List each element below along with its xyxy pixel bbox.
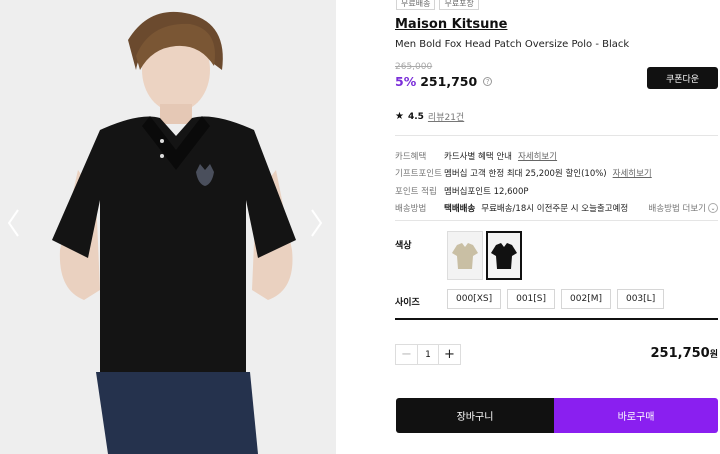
section-divider — [395, 318, 718, 320]
shipping-label: 배송방법 — [395, 204, 427, 215]
coupon-download-button[interactable]: 쿠폰다운 — [647, 67, 718, 89]
free-shipping-badge: 무료배송 — [396, 0, 436, 10]
point-accrual-value: 멤버십포인트 12,600P — [444, 186, 529, 197]
star-icon: ★ — [395, 111, 404, 122]
badge-list: 무료배송 무료포장 — [396, 0, 479, 10]
beige-shirt-icon — [452, 242, 478, 269]
quantity-decrease-button[interactable]: − — [396, 345, 417, 364]
card-benefit-value: 카드사별 혜택 안내 — [444, 151, 512, 162]
rating-summary: ★ 4.5 리뷰21건 — [395, 110, 464, 123]
divider — [395, 220, 718, 221]
gift-point-value: 멤버십 고객 한정 최대 25,200원 할인(10%) — [444, 169, 607, 180]
total-amount: 251,750 — [650, 346, 710, 361]
original-price: 265,000 — [395, 62, 433, 72]
product-info-panel: 무료배송 무료포장 Maison Kitsune Men Bold Fox He… — [336, 0, 720, 454]
point-accrual-row: 포인트 적립 멤버십포인트 12,600P — [395, 182, 718, 200]
price-info-icon[interactable]: ? — [483, 77, 493, 86]
quantity-stepper: − 1 + — [395, 344, 461, 365]
gift-point-label: 기프트포인트 — [395, 169, 442, 180]
product-title: Men Bold Fox Head Patch Oversize Polo - … — [395, 39, 630, 50]
quantity-value[interactable]: 1 — [417, 345, 439, 364]
gallery-prev-arrow-icon[interactable] — [4, 206, 24, 240]
size-options: 000[XS] 001[S] 002[M] 003[L] — [447, 289, 665, 309]
color-swatch-black[interactable] — [486, 231, 522, 280]
shipping-method: 택배배송 — [444, 202, 475, 214]
size-option-m[interactable]: 002[M] — [561, 289, 611, 309]
product-model-image — [0, 0, 336, 454]
shipping-more-link[interactable]: 배송방법 더보기 ⌄ — [649, 202, 718, 214]
total-price: 251,750원 — [651, 346, 719, 361]
shipping-method-name: 택배배송 — [444, 204, 476, 215]
quantity-increase-button[interactable]: + — [439, 345, 460, 364]
black-shirt-icon — [491, 242, 517, 269]
gift-point-row: 기프트포인트 멤버십 고객 한정 최대 25,200원 할인(10%) 자세히보… — [395, 165, 718, 183]
gift-point-detail-link[interactable]: 자세히보기 — [613, 167, 652, 179]
benefit-info: 카드혜택 카드사별 혜택 안내 자세히보기 기프트포인트 멤버십 고객 한정 최… — [395, 147, 718, 217]
shipping-row: 배송방법 택배배송 무료배송/18시 이전주문 시 오늘출고예정 배송방법 더보… — [395, 200, 718, 218]
card-benefit-label: 카드혜택 — [395, 151, 427, 162]
product-image-gallery[interactable] — [0, 0, 336, 454]
color-swatch-beige[interactable] — [447, 231, 483, 280]
total-currency: 원 — [709, 350, 718, 360]
size-option-s[interactable]: 001[S] — [507, 289, 556, 309]
review-count-link[interactable]: 리뷰21건 — [428, 110, 464, 123]
buy-now-button[interactable]: 바로구매 — [554, 398, 718, 433]
card-benefit-row: 카드혜택 카드사별 혜택 안내 자세히보기 — [395, 147, 718, 165]
shipping-value: 무료배송/18시 이전주문 시 오늘출고예정 — [481, 204, 629, 215]
size-option-l[interactable]: 003[L] — [616, 289, 665, 309]
divider — [395, 135, 718, 136]
card-benefit-detail-link[interactable]: 자세히보기 — [518, 150, 557, 162]
sale-price: 5% 251,750 ? — [395, 74, 493, 89]
chevron-down-icon: ⌄ — [708, 203, 718, 214]
rating-score: 4.5 — [407, 111, 424, 122]
gallery-next-arrow-icon[interactable] — [306, 206, 326, 240]
free-wrapping-badge: 무료포장 — [439, 0, 479, 10]
point-accrual-label: 포인트 적립 — [395, 186, 437, 197]
add-to-cart-button[interactable]: 장바구니 — [396, 398, 554, 433]
color-option-label: 색상 — [395, 241, 412, 251]
size-option-xs[interactable]: 000[XS] — [447, 289, 502, 309]
price-value: 251,750 — [420, 74, 478, 89]
discount-rate: 5% — [395, 74, 417, 89]
brand-link[interactable]: Maison Kitsune — [395, 17, 507, 32]
size-option-label: 사이즈 — [395, 298, 420, 308]
shipping-more-label: 배송방법 더보기 — [648, 204, 706, 215]
